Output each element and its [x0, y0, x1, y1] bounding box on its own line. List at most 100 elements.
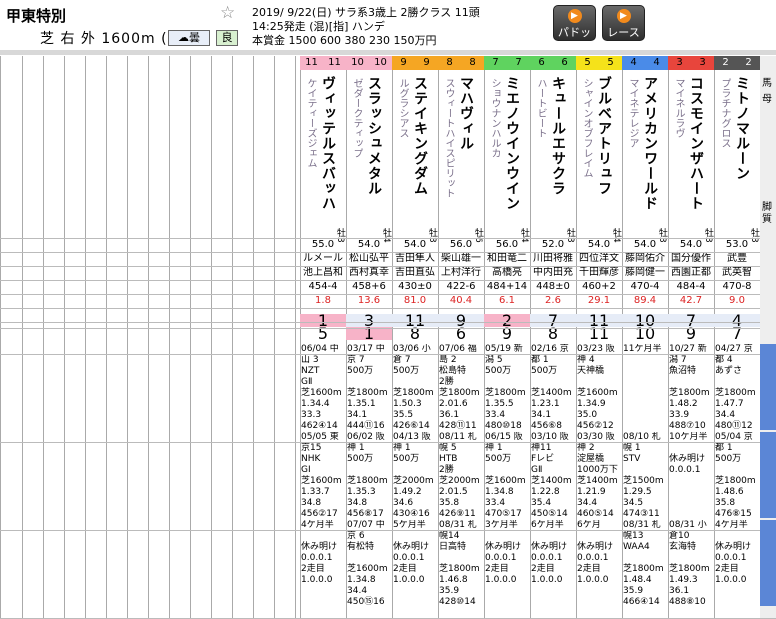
frame-number: 10: [369, 56, 392, 70]
jockey: 松山弘平: [346, 252, 392, 265]
past-race[interactable]: 06/15 阪神 1 500万 芝1600m 1.34.8 33.4 470⑤1…: [485, 432, 531, 518]
popularity-rank: 2: [484, 314, 530, 327]
side-label: 質: [762, 210, 772, 225]
popularity-rank: 1: [300, 314, 346, 327]
past-race[interactable]: 03/06 小倉 7 500万 芝1800m 1.50.3 35.5 426⑥1…: [393, 344, 439, 430]
frame-number: 8: [461, 56, 484, 70]
race-button[interactable]: ▶ レース: [602, 5, 645, 41]
going-badge: 良: [216, 30, 238, 46]
frame-number: 3: [691, 56, 714, 70]
past-race[interactable]: 06/02 阪神 1 500万 芝1800m 1.35.3 34.8 456⑧1…: [347, 432, 393, 518]
past-race[interactable]: 07/07 中京 6 有松特 芝1600m 1.34.8 34.4 450⑮16…: [347, 520, 393, 606]
popularity-rank: 4: [714, 314, 760, 327]
weather-badge: ☁曇: [168, 30, 210, 46]
row-divider: [0, 266, 776, 267]
post-position: 5: [576, 56, 599, 70]
row-divider: [0, 328, 776, 329]
past-race[interactable]: 08/31 札幌13 WAA4 芝1800m 1.48.4 35.9 466④1…: [623, 520, 669, 606]
jockey: 川田将雅: [530, 252, 576, 265]
popularity-rank: 3: [346, 314, 392, 327]
sire-name: ハートビート: [533, 78, 548, 138]
trainer: 西村真幸: [346, 266, 392, 279]
horse-name[interactable]: ミエノウインウイン: [502, 76, 522, 211]
body-weight: 458+6: [346, 280, 392, 293]
past-race[interactable]: 04/27 京都 4 あずさ 芝1800m 1.47.7 34.4 480⑪12…: [715, 344, 761, 430]
body-weight: 448±0: [530, 280, 576, 293]
body-weight: 470-8: [714, 280, 760, 293]
past-race[interactable]: 08/10 札幌 1 STV 芝1500m 1.29.5 34.5 474③11…: [623, 432, 669, 518]
post-position: 10: [346, 56, 369, 70]
horse-name[interactable]: ステイキングダム: [410, 76, 430, 196]
past-race[interactable]: 3ケ月半 休み明け 0.0.0.1 2走目 1.0.0.0: [485, 520, 531, 606]
odds: 40.4: [438, 294, 484, 307]
weight: 54.0: [576, 238, 622, 251]
past-race[interactable]: 04/13 阪神 1 500万 芝2000m 1.49.2 34.6 430④1…: [393, 432, 439, 518]
popularity-rank: 10: [622, 314, 668, 327]
grid-line: [106, 56, 107, 618]
horse-name[interactable]: スラッシュメタル: [364, 76, 384, 196]
jockey: 藤岡佑介: [622, 252, 668, 265]
horse-name[interactable]: マハヴィル: [456, 76, 476, 151]
body-weight: 422-6: [438, 280, 484, 293]
sire-name: ショウナンハルカ: [487, 78, 502, 158]
grid-line: [64, 56, 65, 618]
past-race[interactable]: 03/23 阪神 4 天神橋 芝1600m 1.34.9 35.0 456②12…: [577, 344, 623, 430]
past-race[interactable]: 08/11 札幌 5 HTB 2勝 芝2000m 2.01.5 35.8 426…: [439, 432, 485, 518]
post-position: 7: [484, 56, 507, 70]
past-race[interactable]: 6ケ月 休み明け 0.0.0.1 2走目 1.0.0.0: [577, 520, 623, 606]
past-race[interactable]: 03/17 中京 7 500万 芝1800m 1.35.1 34.1 444⑪1…: [347, 344, 393, 430]
sire-name: プラチナグロス: [717, 78, 732, 148]
grid-line: [169, 56, 170, 618]
post-position: 8: [438, 56, 461, 70]
jockey: 四位洋文: [576, 252, 622, 265]
grid-line: [190, 56, 191, 618]
past-race[interactable]: 11ケ月半: [623, 344, 669, 430]
past-race[interactable]: 07/06 福島 2 松島特 2勝 芝1800m 2.01.6 36.1 428…: [439, 344, 485, 430]
trainer: 藤岡健一: [622, 266, 668, 279]
horse-name[interactable]: キュールエサクラ: [548, 76, 568, 196]
horse-name[interactable]: ブルベアトリュフ: [594, 76, 614, 196]
trainer: 上村洋行: [438, 266, 484, 279]
side-label: 母: [762, 90, 772, 105]
past-race[interactable]: 4ケ月半 休み明け 0.0.0.1 2走目 1.0.0.0: [715, 520, 761, 606]
past-race[interactable]: 06/04 中山 3 NZT GⅡ 芝1600m 1.34.4 33.3 462…: [301, 344, 347, 430]
body-weight: 430±0: [392, 280, 438, 293]
grid-line: [22, 56, 23, 618]
past-race[interactable]: 10ケ月半 休み明け 0.0.0.1: [669, 432, 715, 518]
past-race[interactable]: 05/19 新潟 5 500万 芝1800m 1.35.5 33.4 480⑩1…: [485, 344, 531, 430]
weight: 56.0: [484, 238, 530, 251]
past-race[interactable]: 02/16 京都 1 500万 芝1400m 1.23.1 34.1 456⑥8…: [531, 344, 577, 430]
horse-header: 55: [576, 56, 622, 70]
horse-name[interactable]: ヴィッテルスバッハ: [318, 76, 338, 211]
sire-name: シャインオブフレイム: [579, 78, 594, 178]
past-race[interactable]: 5ケ月半 休み明け 0.0.0.1 2走目 1.0.0.0: [393, 520, 439, 606]
post-position: 11: [300, 56, 323, 70]
grid-line: [295, 56, 296, 618]
horse-table: 1111ヴィッテルスバッハケイティーズジェム牡355.0ルメール池上昌和454-…: [0, 56, 776, 618]
weight: 52.0: [530, 238, 576, 251]
paddock-button[interactable]: ▶ パドック: [553, 5, 596, 41]
past-race[interactable]: 05/04 京都 1 500万 芝1800m 1.48.6 35.8 476⑧1…: [715, 432, 761, 518]
past-race[interactable]: 03/10 阪神11 Fレビ GⅡ 芝1400m 1.22.8 35.4 450…: [531, 432, 577, 518]
odds: 29.1: [576, 294, 622, 307]
post-position: 3: [668, 56, 691, 70]
past-race[interactable]: 03/30 阪神 2 淀屋橋 1000万下 芝1400m 1.21.9 34.4…: [577, 432, 623, 518]
horse-header: 1111: [300, 56, 346, 70]
popularity-rank: 11: [576, 314, 622, 327]
favorite-star-icon[interactable]: ☆: [220, 3, 235, 23]
horse-name[interactable]: コスモインザハート: [686, 76, 706, 211]
past-race[interactable]: 08/31 札幌14 日高特 芝1800m 1.46.8 35.9 428⑩14…: [439, 520, 485, 606]
horse-name[interactable]: ミトノマルーン: [732, 76, 752, 181]
past-race[interactable]: 4ケ月半 休み明け 0.0.0.1 2走目 1.0.0.0: [301, 520, 347, 606]
ruler-bar: [0, 50, 776, 55]
status-stripe: [760, 520, 776, 606]
sire-name: スウィートハイスピリット: [441, 78, 456, 198]
weight: 54.0: [668, 238, 714, 251]
horse-name[interactable]: アメリカンワールド: [640, 76, 660, 211]
past-race[interactable]: 05/05 東京15 NHK GⅠ 芝1600m 1.33.7 34.8 456…: [301, 432, 347, 518]
past-race[interactable]: 6ケ月半 休み明け 0.0.0.1 2走目 1.0.0.0: [531, 520, 577, 606]
past-race[interactable]: 10/27 新潟 7 魚沼特 芝1800m 1.48.2 33.9 488⑦10…: [669, 344, 715, 430]
trainer: 池上昌和: [300, 266, 346, 279]
trainer: 千田輝彦: [576, 266, 622, 279]
past-race[interactable]: 08/31 小倉10 玄海特 芝1800m 1.49.3 36.1 488⑧10…: [669, 520, 715, 606]
